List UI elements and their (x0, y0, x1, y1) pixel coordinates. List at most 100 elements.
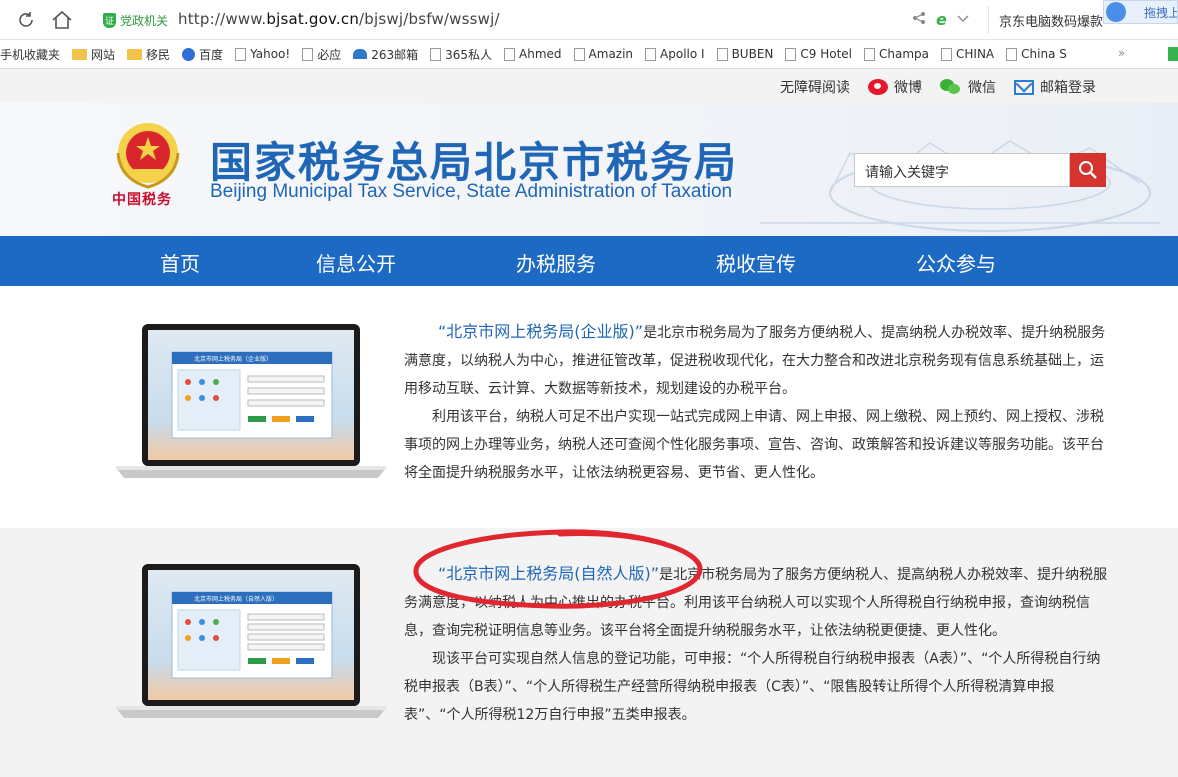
url-prefix: http://www. (178, 10, 267, 28)
bookmark-label: Amazin (588, 47, 634, 61)
bookmark-label: 百度 (199, 47, 224, 62)
bookmarks-overflow-button[interactable]: » (1118, 46, 1125, 60)
page-icon (302, 47, 314, 61)
weibo-link[interactable]: 微博 (868, 77, 922, 97)
bookmark-label: Champa (879, 47, 930, 61)
bookmark-item[interactable]: 263邮箱 (353, 46, 418, 63)
enterprise-description: “北京市网上税务局(企业版)”是北京市税务局为了服务方便纳税人、提高纳税人办税效… (404, 318, 1108, 487)
bookmark-item[interactable]: Ahmed (504, 47, 562, 61)
laptop-screenshot-enterprise[interactable]: 北京市网上税务局（企业版） (116, 322, 386, 482)
bookmark-item[interactable]: 网站 (72, 46, 115, 63)
page-icon (645, 47, 657, 61)
bookmark-label: C9 Hotel (800, 47, 853, 61)
drag-label: 拖拽上 (1144, 6, 1178, 20)
bookmark-label: 移民 (146, 47, 171, 62)
emblem-caption: 中国税务 (112, 192, 172, 208)
browser-engine-icon[interactable]: e (936, 10, 947, 29)
bookmark-item[interactable]: CHINA (941, 47, 994, 61)
bookmark-label: China S (1021, 47, 1067, 61)
page-icon (1006, 47, 1018, 61)
extension-icon[interactable] (1168, 47, 1178, 61)
bookmark-item[interactable]: Amazin (573, 47, 634, 61)
page-icon (864, 47, 876, 61)
nav-item-services[interactable]: 办税服务 (516, 248, 596, 277)
site-search-input[interactable]: 请输入关键字 (854, 153, 1070, 187)
bookmark-item[interactable]: BUBEN (716, 47, 774, 61)
bookmark-item[interactable]: Yahoo! (235, 47, 290, 61)
page-icon (504, 47, 516, 61)
individual-description: “北京市网上税务局(自然人版)”是北京市税务局为了服务方便纳税人、提高纳税人办税… (404, 560, 1108, 729)
search-button[interactable] (1070, 153, 1106, 187)
page-icon (235, 47, 247, 61)
chevron-down-icon[interactable] (957, 12, 969, 27)
wechat-icon (940, 79, 962, 95)
wechat-label: 微信 (968, 80, 996, 96)
nav-item-promotion[interactable]: 税收宣传 (716, 248, 796, 277)
bookmark-item[interactable]: Apollo I (645, 47, 705, 61)
individual-title-link[interactable]: “北京市网上税务局(自然人版)” (438, 564, 659, 583)
bookmark-label: BUBEN (731, 47, 774, 61)
mail-login-link[interactable]: 邮箱登录 (1014, 77, 1096, 97)
bookmark-item[interactable]: 手机收藏夹 (0, 46, 60, 63)
shield-icon: 证 (103, 13, 116, 28)
page-icon (430, 47, 442, 61)
mail-icon (1014, 79, 1034, 95)
bookmark-item[interactable]: 移民 (127, 46, 170, 63)
accessible-reading-link[interactable]: 无障碍阅读 (780, 77, 850, 97)
bookmark-item[interactable]: 365私人 (430, 46, 492, 63)
laptop-screen-title-2: 北京市网上税务局（自然人版） (194, 595, 278, 603)
weibo-icon (868, 79, 888, 95)
site-verified-badge[interactable]: 证 党政机关 (103, 12, 168, 29)
page-icon (573, 47, 585, 61)
cloud-icon (1106, 2, 1126, 22)
bookmarks-bar: 手机收藏夹 网站 移民 百度 Yahoo! 必应 263邮箱 365私人 Ahmed Amazin… (0, 40, 1178, 69)
main-nav: 首页 信息公开 办税服务 税收宣传 公众参与 (0, 236, 1178, 286)
bookmark-label: Apollo I (660, 47, 705, 61)
addressbar-actions: e (912, 10, 969, 29)
weibo-label: 微博 (894, 80, 922, 96)
bookmark-label: CHINA (956, 47, 995, 61)
page-icon (785, 47, 797, 61)
bookmark-label: 必应 (317, 47, 342, 62)
site-badge-label: 党政机关 (120, 14, 169, 28)
bookmark-label: 365私人 (445, 47, 493, 62)
page-icon (716, 47, 728, 61)
laptop-screen-title: 北京市网上税务局（企业版） (194, 355, 272, 363)
url-field[interactable]: http://www.bjsat.gov.cn/bjswj/bsfw/wsswj… (178, 10, 500, 28)
bookmark-label: 网站 (91, 47, 116, 62)
refresh-icon[interactable] (14, 8, 38, 32)
section-individual: 北京市网上税务局（自然人版） “北京市网上税务局(自然人版)”是北京市税务局为了… (0, 528, 1178, 777)
folder-icon (72, 48, 88, 60)
mail-login-label: 邮箱登录 (1040, 80, 1096, 96)
bookmark-item[interactable]: 必应 (302, 46, 341, 63)
bookmark-item[interactable]: China S (1006, 47, 1067, 61)
nav-item-home[interactable]: 首页 (160, 248, 200, 277)
page-icon (941, 47, 953, 61)
baidu-icon (182, 47, 196, 61)
bookmark-label: Yahoo! (250, 47, 291, 61)
url-path: /bjswj/bsfw/wsswj/ (359, 10, 500, 28)
individual-para-2: 现该平台可实现自然人信息的登记功能，可申报：“个人所得税自行纳税申报表（A表）”… (404, 651, 1101, 723)
nav-item-info[interactable]: 信息公开 (316, 248, 396, 277)
laptop-screenshot-individual[interactable]: 北京市网上税务局（自然人版） (116, 562, 386, 722)
enterprise-para-2: 利用该平台，纳税人可足不出户实现一站式完成网上申请、网上申报、网上缴税、网上预约… (404, 409, 1104, 481)
bookmark-item[interactable]: 百度 (182, 46, 223, 63)
enterprise-title-link[interactable]: “北京市网上税务局(企业版)” (438, 322, 643, 341)
url-domain: bjsat.gov.cn (266, 10, 360, 28)
mail-icon (353, 49, 368, 59)
bookmark-label: 263邮箱 (371, 47, 419, 62)
share-icon[interactable] (912, 11, 926, 29)
section-enterprise: 北京市网上税务局（企业版） “北京市网上税务局(企业版)”是北京市税务局为了服务… (0, 286, 1178, 528)
drag-widget[interactable]: 拖拽上 (1103, 0, 1178, 24)
utility-bar: 无障碍阅读 微博 微信 邮箱登录 (0, 69, 1178, 103)
wechat-link[interactable]: 微信 (940, 77, 996, 97)
nav-item-participation[interactable]: 公众参与 (916, 248, 996, 277)
bookmark-item[interactable]: Champa (864, 47, 929, 61)
bookmark-item[interactable]: C9 Hotel (785, 47, 852, 61)
site-subtitle: Beijing Municipal Tax Service, State Adm… (210, 181, 733, 202)
folder-icon (127, 48, 143, 60)
site-banner: 中国税务 国家税务总局北京市税务局 Beijing Municipal Tax … (0, 103, 1178, 236)
bookmark-label: Ahmed (519, 47, 562, 61)
bookmark-label: 手机收藏夹 (0, 47, 61, 62)
home-icon[interactable] (50, 8, 74, 32)
